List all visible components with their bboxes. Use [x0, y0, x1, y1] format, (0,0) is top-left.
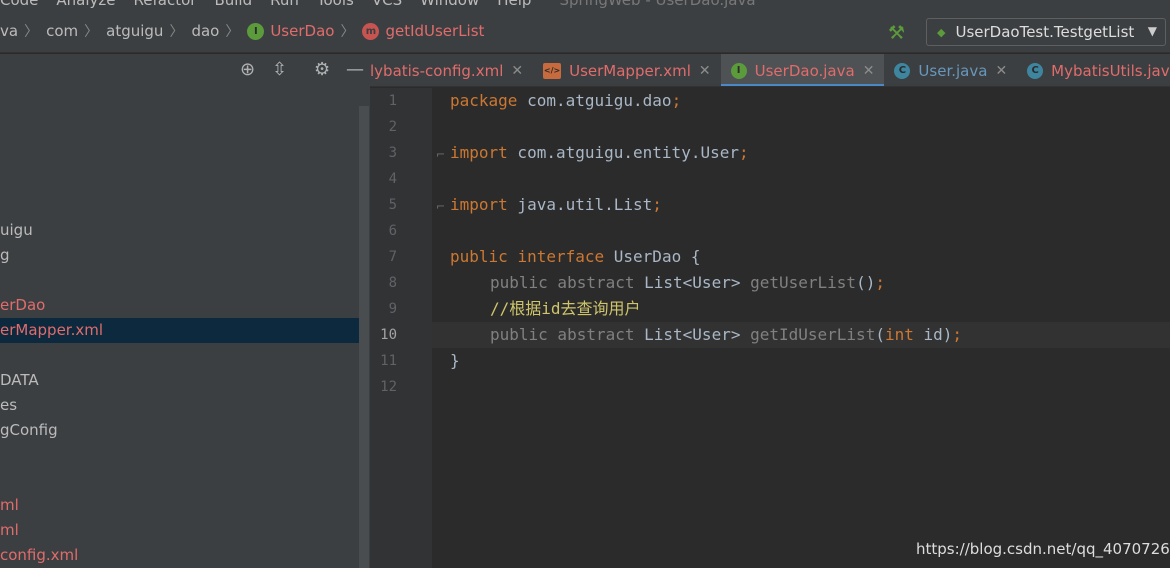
- breadcrumb-userdao[interactable]: UserDao: [270, 22, 334, 40]
- fold-marker-icon[interactable]: ⌐: [436, 148, 445, 161]
- menu-analyze[interactable]: Analyze: [56, 0, 115, 10]
- code-line-3[interactable]: import com.atguigu.entity.User;: [450, 140, 749, 166]
- run-configuration-label: UserDaoTest.TestgetList: [955, 23, 1135, 41]
- fold-marker-icon[interactable]: ⌐: [436, 200, 445, 213]
- breadcrumb-java[interactable]: va: [0, 22, 18, 40]
- line-number: 8: [388, 275, 397, 291]
- code-line-7[interactable]: public interface UserDao {: [450, 244, 700, 270]
- line-number: 9: [388, 301, 397, 317]
- code-line-1[interactable]: package com.atguigu.dao;: [450, 88, 681, 114]
- line-number: 5: [388, 197, 397, 213]
- tree-item-blank[interactable]: [0, 343, 360, 368]
- build-hammer-icon[interactable]: ⚒: [888, 22, 905, 44]
- tab-user-java[interactable]: C User.java ✕: [884, 54, 1017, 86]
- dropdown-arrow-icon: ▼: [1147, 24, 1157, 38]
- menu-help[interactable]: Help: [497, 0, 531, 10]
- code-line-9[interactable]: //根据id去查询用户: [490, 296, 641, 322]
- xml-file-icon: </>: [543, 62, 562, 79]
- project-scrollbar[interactable]: [359, 106, 369, 568]
- menu-build[interactable]: Build: [214, 0, 252, 10]
- tab-usermapper-xml[interactable]: </> UserMapper.xml ✕: [533, 54, 721, 86]
- line-number: 12: [380, 379, 397, 395]
- tree-item-config[interactable]: g: [0, 243, 360, 268]
- code-line-8[interactable]: public abstract List<User> getUserList()…: [490, 270, 885, 296]
- gear-icon[interactable]: ⚙: [314, 59, 330, 80]
- code-line-5[interactable]: import java.util.List;: [450, 192, 662, 218]
- run-configuration-select[interactable]: ◆ UserDaoTest.TestgetList ▼: [926, 18, 1166, 46]
- class-icon: C: [1027, 62, 1044, 79]
- navigation-bar: va 〉 com 〉 atguigu 〉 dao 〉 I UserDao 〉 m…: [0, 10, 1170, 53]
- tab-label: UserDao.java: [754, 61, 855, 80]
- line-number: 3: [388, 145, 397, 161]
- tree-item-mybatis-config-xml[interactable]: config.xml: [0, 543, 360, 568]
- chevron-right-icon: 〉: [169, 24, 184, 40]
- locate-target-icon[interactable]: ⊕: [240, 59, 255, 80]
- tab-userdao-java[interactable]: I UserDao.java ✕: [720, 54, 885, 86]
- breadcrumb-getiduserlist[interactable]: getIdUserList: [385, 22, 484, 40]
- tab-mybatis-config-xml[interactable]: lybatis-config.xml ✕: [370, 54, 533, 86]
- line-number: 4: [388, 171, 397, 187]
- close-icon[interactable]: ✕: [699, 63, 711, 79]
- tree-item-userdao[interactable]: erDao: [0, 293, 360, 318]
- line-number: 11: [380, 353, 397, 369]
- close-icon[interactable]: ✕: [995, 63, 1007, 79]
- tab-label: MybatisUtils.java: [1051, 61, 1170, 80]
- menu-refactor[interactable]: Refactor: [134, 0, 197, 10]
- chevron-right-icon: 〉: [340, 24, 355, 40]
- minimize-icon[interactable]: —: [346, 59, 364, 80]
- class-icon: C: [894, 62, 911, 79]
- line-number: 6: [388, 223, 397, 239]
- tree-item-resources[interactable]: es: [0, 393, 360, 418]
- menu-window[interactable]: Window: [420, 0, 479, 10]
- menu-vcs[interactable]: VCS: [372, 0, 402, 10]
- window-title: SpringWeb - UserDao.java: [559, 0, 756, 9]
- code-editor[interactable]: package com.atguigu.dao; ⌐ import com.at…: [432, 88, 1170, 568]
- breadcrumb-dao[interactable]: dao: [191, 22, 219, 40]
- chevron-right-icon: 〉: [24, 24, 39, 40]
- tree-item-springconfig[interactable]: gConfig: [0, 418, 360, 443]
- chevron-right-icon: 〉: [225, 24, 240, 40]
- tree-item-meta-data[interactable]: DATA: [0, 368, 360, 393]
- interface-icon: I: [247, 22, 265, 40]
- line-number: 1: [388, 93, 397, 109]
- menu-code[interactable]: Code: [0, 0, 38, 10]
- line-number-gutter[interactable]: 1 2 3 4 5 6 7 8 9 10 11 12: [370, 88, 432, 568]
- breadcrumb-atguigu[interactable]: atguigu: [106, 22, 163, 40]
- line-number-current: 10: [380, 327, 397, 343]
- tree-item-xml-2[interactable]: ml: [0, 518, 360, 543]
- tab-label: UserMapper.xml: [569, 61, 691, 80]
- menu-bar: Code Analyze Refactor Build Run Tools VC…: [0, 0, 1170, 10]
- tree-item-xml-1[interactable]: ml: [0, 493, 360, 518]
- project-toolbar: ⊕ ⇳ ⚙ —: [0, 54, 370, 87]
- code-line-11[interactable]: }: [450, 348, 460, 374]
- tree-item-atguigu[interactable]: uigu: [0, 218, 360, 243]
- chevron-right-icon: 〉: [84, 24, 99, 40]
- watermark: https://blog.csdn.net/qq_40707269: [916, 540, 1170, 558]
- tree-item-usermapper-xml[interactable]: erMapper.xml: [0, 318, 360, 343]
- tab-label: User.java: [918, 61, 988, 80]
- project-panel: ⊕ ⇳ ⚙ — uigu g erDao erMapper.xml DATA e…: [0, 54, 370, 568]
- breadcrumb-com[interactable]: com: [46, 22, 78, 40]
- menu-tools[interactable]: Tools: [317, 0, 354, 10]
- method-icon: m: [362, 22, 380, 40]
- interface-icon: I: [730, 62, 747, 79]
- collapse-all-icon[interactable]: ⇳: [272, 59, 287, 80]
- code-line-10[interactable]: public abstract List<User> getIdUserList…: [490, 322, 962, 348]
- tab-label: lybatis-config.xml: [370, 61, 504, 80]
- line-number: 2: [388, 119, 397, 135]
- menu-run[interactable]: Run: [270, 0, 299, 10]
- tab-mybatisutils-java[interactable]: C MybatisUtils.java: [1017, 54, 1170, 86]
- close-icon[interactable]: ✕: [511, 63, 523, 79]
- close-icon[interactable]: ✕: [863, 63, 875, 79]
- editor-tabs: lybatis-config.xml ✕ </> UserMapper.xml …: [370, 54, 1170, 87]
- breadcrumb: va 〉 com 〉 atguigu 〉 dao 〉 I UserDao 〉 m…: [0, 21, 484, 41]
- line-number: 7: [388, 249, 397, 265]
- junit-test-icon: ◆: [937, 25, 946, 39]
